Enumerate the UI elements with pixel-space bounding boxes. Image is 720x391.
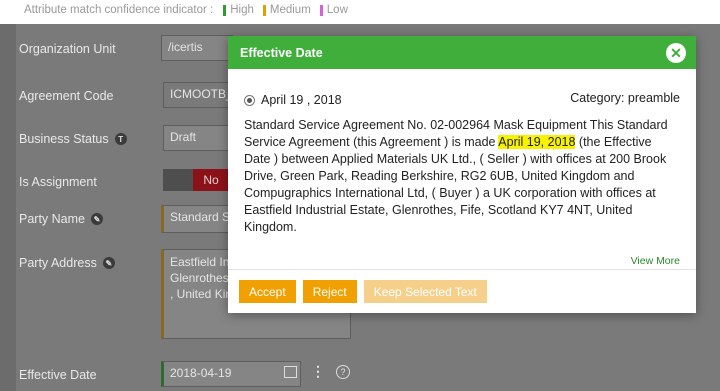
source-snippet: Standard Service Agreement No. 02-002964… xyxy=(244,117,680,236)
reject-button[interactable]: Reject xyxy=(302,280,357,303)
is-assignment-label: Is Assignment xyxy=(19,175,97,189)
keep-selected-text-button[interactable]: Keep Selected Text xyxy=(363,280,487,303)
edit-icon: ✎ xyxy=(102,257,115,269)
help-icon[interactable]: ? xyxy=(336,364,350,379)
agreement-code-input[interactable]: ICMOOTB_8 xyxy=(163,82,231,108)
confidence-legend: Attribute match confidence indicator : H… xyxy=(24,4,357,16)
toggle-off-part xyxy=(163,169,193,191)
legend-medium-swatch xyxy=(262,4,266,16)
modal-body: April 19 , 2018 Category: preamble Stand… xyxy=(228,69,696,269)
info-icon: T xyxy=(114,133,127,145)
more-options-icon[interactable]: ⋮ xyxy=(311,363,325,380)
modal-footer: Accept Reject Keep Selected Text xyxy=(228,269,696,313)
modal-title: Effective Date xyxy=(240,45,323,60)
snippet-highlight: April 19, 2018 xyxy=(498,135,576,149)
legend-high-swatch xyxy=(223,4,227,16)
edit-icon: ✎ xyxy=(91,213,103,225)
legend-low-label: Low xyxy=(326,4,348,16)
is-assignment-toggle[interactable]: No xyxy=(163,169,229,191)
date-option-label: April 19 , 2018 xyxy=(261,93,342,107)
legend-medium-label: Medium xyxy=(269,4,311,16)
snippet-text-after: (the Effective Date ) between Applied Ma… xyxy=(244,135,667,234)
close-button[interactable]: ✕ xyxy=(666,42,686,63)
calendar-icon[interactable] xyxy=(284,365,297,378)
business-status-label: Business Status T xyxy=(19,132,127,146)
business-status-select[interactable]: Draft xyxy=(163,125,231,151)
party-address-label: Party Address ✎ xyxy=(19,256,115,270)
effective-date-modal: Effective Date ✕ April 19 , 2018 Categor… xyxy=(228,36,696,313)
legend-high-label: High xyxy=(230,4,254,16)
org-unit-input[interactable]: /icertis xyxy=(161,35,233,61)
modal-header: Effective Date ✕ xyxy=(228,36,696,69)
agreement-code-label: Agreement Code xyxy=(19,89,114,103)
view-more-link[interactable]: View More xyxy=(631,255,680,267)
date-option[interactable]: April 19 , 2018 xyxy=(244,93,342,107)
party-name-input[interactable]: Standard Se xyxy=(161,205,233,233)
radio-selected-icon[interactable] xyxy=(244,94,255,106)
option-row: April 19 , 2018 Category: preamble xyxy=(244,89,680,107)
effective-date-label: Effective Date xyxy=(19,368,97,382)
accept-button[interactable]: Accept xyxy=(239,280,296,303)
category-label: Category: preamble xyxy=(570,91,680,105)
close-icon: ✕ xyxy=(670,44,682,61)
effective-date-input[interactable]: 2018-04-19 xyxy=(161,361,301,387)
party-name-label: Party Name ✎ xyxy=(19,212,103,226)
legend-high: High xyxy=(223,4,254,16)
org-unit-label: Organization Unit xyxy=(19,42,116,56)
legend-low: Low xyxy=(319,4,348,16)
toggle-no-label: No xyxy=(193,169,229,191)
legend-label: Attribute match confidence indicator : xyxy=(24,4,214,16)
legend-low-swatch xyxy=(319,4,323,16)
date-tools: ⋮ ? xyxy=(284,363,350,380)
legend-medium: Medium xyxy=(262,4,311,16)
overlay-strip xyxy=(0,24,16,391)
